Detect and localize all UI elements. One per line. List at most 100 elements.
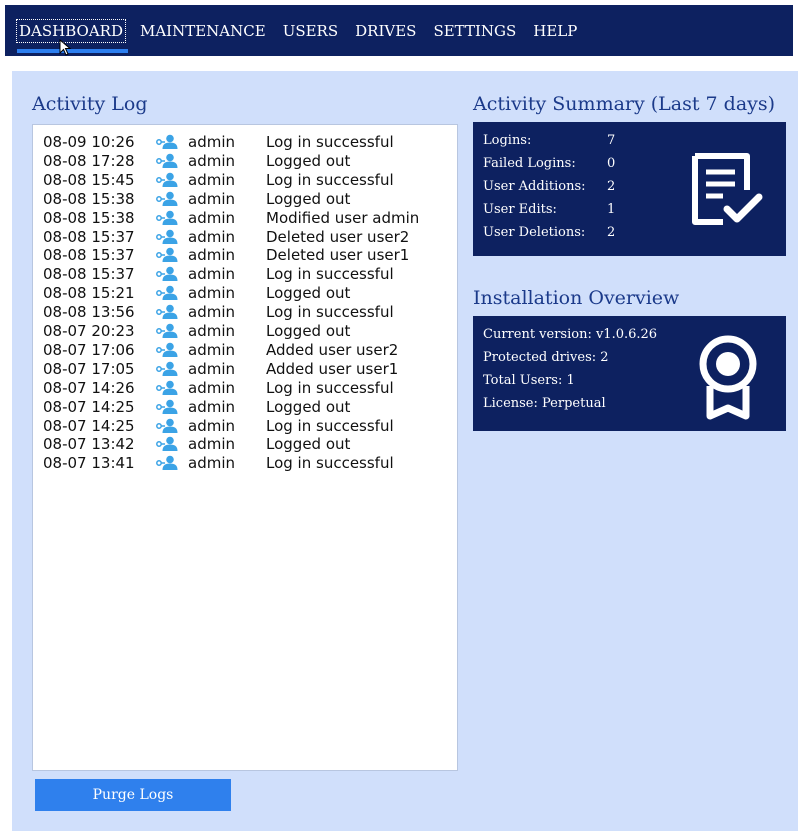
log-user: admin bbox=[188, 189, 235, 208]
summary-value-failed-logins: 0 bbox=[607, 156, 616, 171]
user-key-icon bbox=[156, 342, 178, 357]
user-key-icon bbox=[156, 304, 178, 320]
log-user: admin bbox=[188, 378, 235, 397]
user-key-icon bbox=[156, 455, 178, 471]
user-key-icon bbox=[156, 418, 178, 433]
user-key-icon bbox=[156, 380, 178, 395]
log-message: Logged out bbox=[266, 435, 351, 454]
log-message: Deleted user user2 bbox=[266, 227, 410, 246]
log-message: Logged out bbox=[266, 284, 351, 303]
summary-value-user-additions: 2 bbox=[607, 179, 616, 194]
log-user: admin bbox=[188, 303, 235, 322]
log-timestamp: 08-08 15:37 bbox=[43, 265, 135, 284]
log-timestamp: 08-07 17:06 bbox=[43, 340, 135, 359]
log-timestamp: 08-08 15:21 bbox=[43, 284, 135, 303]
installation-overview-title: Installation Overview bbox=[473, 287, 680, 309]
user-key-icon bbox=[156, 266, 178, 282]
nav-dashboard[interactable]: DASHBOARD bbox=[16, 18, 126, 43]
summary-value-user-deletions: 2 bbox=[607, 225, 616, 240]
activity-summary-panel: Logins: 7 Failed Logins: 0 User Addition… bbox=[473, 122, 786, 256]
total-users: Total Users: 1 bbox=[483, 373, 575, 388]
summary-label-logins: Logins: bbox=[483, 133, 532, 148]
log-message: Logged out bbox=[266, 322, 351, 340]
log-timestamp: 08-08 15:37 bbox=[43, 227, 135, 246]
log-timestamp: 08-07 17:05 bbox=[43, 359, 135, 378]
nav-help[interactable]: HELP bbox=[533, 22, 577, 40]
log-user: admin bbox=[188, 133, 235, 151]
activity-log-title: Activity Log bbox=[32, 93, 148, 115]
installation-overview-panel: Current version: v1.0.6.26 Protected dri… bbox=[473, 316, 786, 431]
log-user: admin bbox=[188, 416, 235, 435]
nav-drives[interactable]: DRIVES bbox=[355, 22, 416, 40]
log-timestamp: 08-07 14:25 bbox=[43, 397, 135, 416]
user-key-icon bbox=[156, 437, 178, 452]
log-message: Log in successful bbox=[266, 378, 394, 397]
log-message: Logged out bbox=[266, 397, 351, 416]
log-message: Log in successful bbox=[266, 303, 394, 322]
user-key-icon bbox=[156, 153, 178, 168]
log-user: admin bbox=[188, 170, 235, 189]
summary-value-user-edits: 1 bbox=[607, 202, 616, 217]
top-navigation-bar: DASHBOARD MAINTENANCE USERS DRIVES SETTI… bbox=[5, 5, 793, 56]
user-key-icon bbox=[156, 172, 178, 187]
summary-label-failed-logins: Failed Logins: bbox=[483, 156, 576, 171]
nav-settings[interactable]: SETTINGS bbox=[433, 22, 516, 40]
log-message: Logged out bbox=[266, 151, 351, 170]
user-key-icon bbox=[156, 191, 178, 206]
nav-users[interactable]: USERS bbox=[283, 22, 338, 40]
current-version: Current version: v1.0.6.26 bbox=[483, 327, 658, 342]
log-user: admin bbox=[188, 340, 235, 359]
log-timestamp: 08-07 20:23 bbox=[43, 322, 135, 340]
log-user: admin bbox=[188, 208, 235, 227]
purge-logs-button[interactable]: Purge Logs bbox=[35, 779, 231, 811]
log-timestamp: 08-07 14:25 bbox=[43, 416, 135, 435]
nav-maintenance[interactable]: MAINTENANCE bbox=[140, 22, 266, 40]
log-timestamp: 08-08 15:45 bbox=[43, 170, 135, 189]
summary-value-logins: 7 bbox=[607, 133, 616, 148]
log-message: Logged out bbox=[266, 189, 351, 208]
log-user: admin bbox=[188, 227, 235, 246]
summary-label-user-additions: User Additions: bbox=[483, 179, 586, 194]
activity-summary-title: Activity Summary (Last 7 days) bbox=[473, 93, 776, 115]
log-user: admin bbox=[188, 151, 235, 170]
user-key-icon bbox=[156, 134, 178, 149]
log-message: Added user user1 bbox=[266, 359, 399, 378]
log-timestamp: 08-07 13:41 bbox=[43, 454, 135, 473]
protected-drives: Protected drives: 2 bbox=[483, 350, 609, 365]
log-timestamp: 08-09 10:26 bbox=[43, 133, 135, 151]
log-timestamp: 08-07 13:42 bbox=[43, 435, 135, 454]
user-key-icon bbox=[156, 323, 178, 338]
log-timestamp: 08-08 15:38 bbox=[43, 208, 135, 227]
log-user: admin bbox=[188, 454, 235, 473]
log-message: Log in successful bbox=[266, 170, 394, 189]
user-key-icon bbox=[156, 361, 178, 376]
log-user: admin bbox=[188, 397, 235, 416]
log-message: Log in successful bbox=[266, 265, 394, 284]
activity-log-panel[interactable]: 08-09 10:26 admin Log in successful 08-08 1… bbox=[32, 124, 458, 771]
license: License: Perpetual bbox=[483, 396, 606, 411]
log-user: admin bbox=[188, 284, 235, 303]
user-key-icon bbox=[156, 210, 178, 225]
mouse-cursor-icon bbox=[59, 39, 72, 56]
summary-label-user-edits: User Edits: bbox=[483, 202, 557, 217]
log-message: Log in successful bbox=[266, 454, 394, 473]
log-timestamp: 08-08 17:28 bbox=[43, 151, 135, 170]
log-message: Log in successful bbox=[266, 416, 394, 435]
log-user: admin bbox=[188, 265, 235, 284]
log-message: Modified user admin bbox=[266, 208, 420, 227]
log-message: Deleted user user1 bbox=[266, 246, 410, 265]
log-timestamp: 08-07 14:26 bbox=[43, 378, 135, 397]
log-user: admin bbox=[188, 246, 235, 265]
user-key-icon bbox=[156, 248, 178, 263]
dashboard-content: Activity Log 08-09 10:26 admin Log in succ… bbox=[12, 71, 798, 831]
award-ribbon-icon bbox=[699, 335, 757, 420]
log-timestamp: 08-08 15:37 bbox=[43, 246, 135, 265]
log-user: admin bbox=[188, 435, 235, 454]
user-key-icon bbox=[156, 285, 178, 301]
log-user: admin bbox=[188, 359, 235, 378]
log-timestamp: 08-08 13:56 bbox=[43, 303, 135, 322]
log-message: Log in successful bbox=[266, 133, 394, 151]
log-message: Added user user2 bbox=[266, 340, 399, 359]
log-user: admin bbox=[188, 322, 235, 340]
document-check-icon bbox=[692, 153, 763, 225]
